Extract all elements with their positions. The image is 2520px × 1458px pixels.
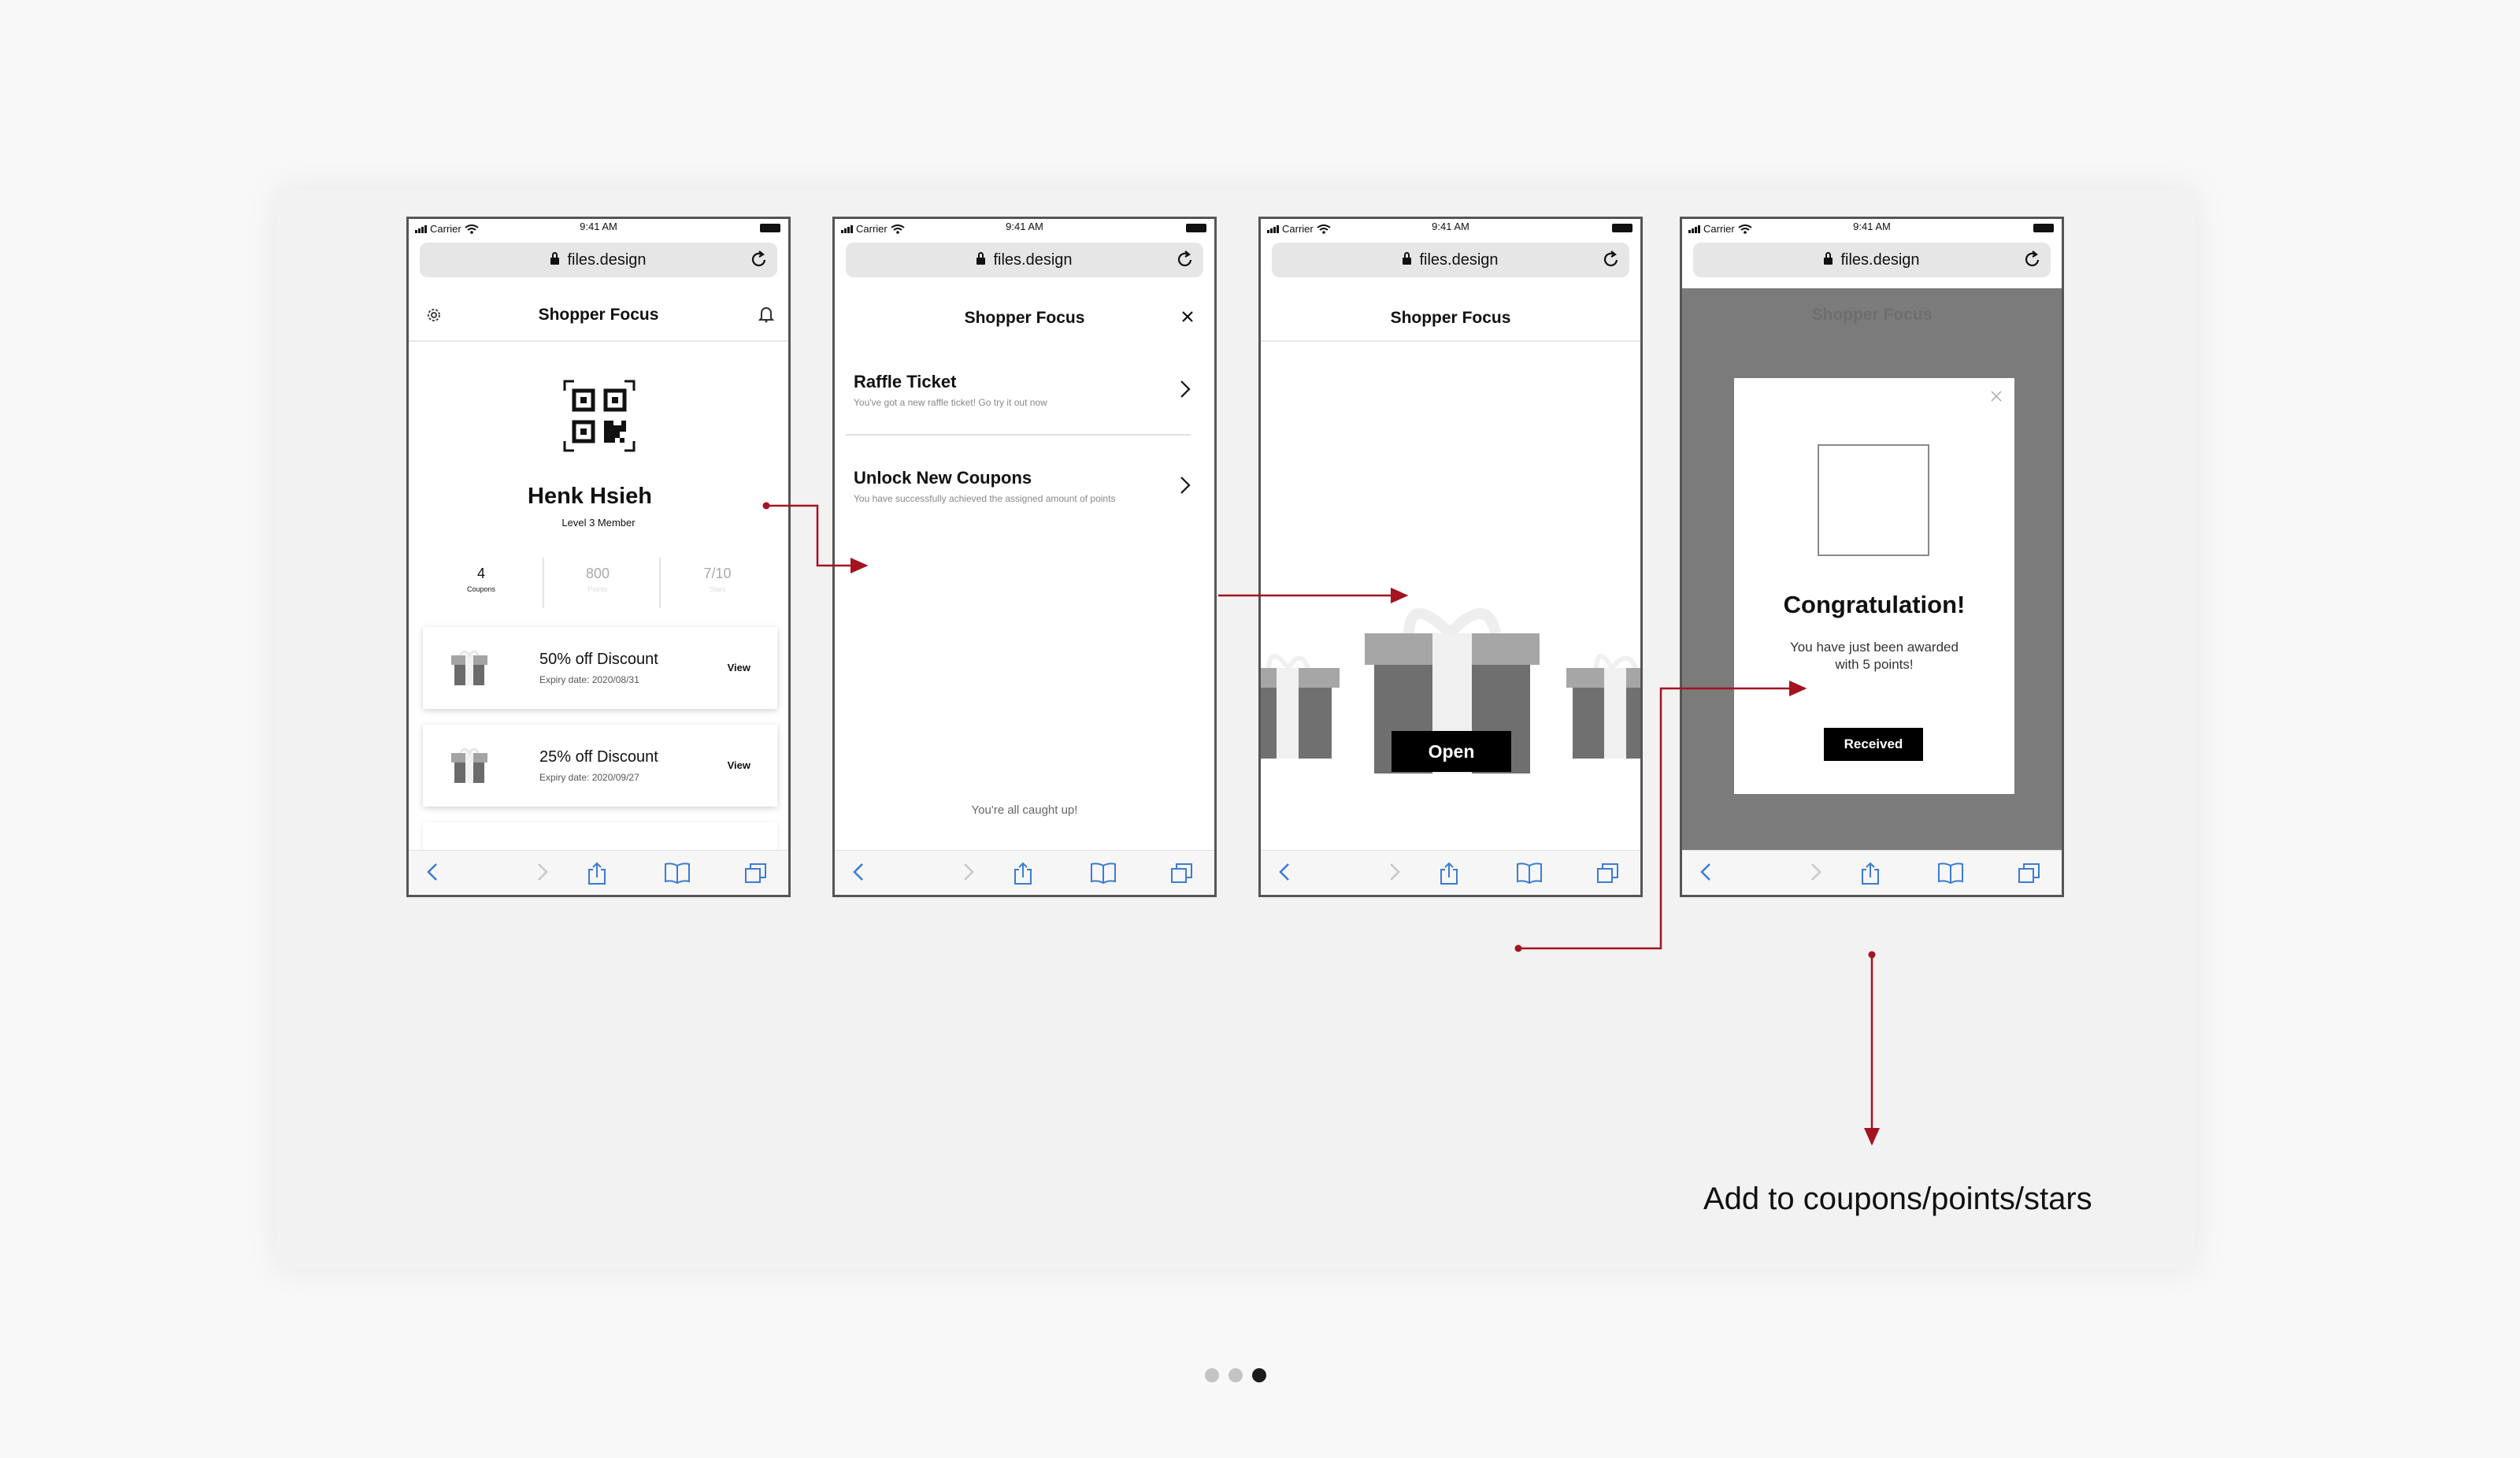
pagination-dot-active[interactable]: [1252, 1368, 1266, 1382]
flow-arrows: [762, 502, 1880, 1146]
flow-arrow-open-to-reward: [1514, 681, 1807, 952]
pagination-dot[interactable]: [1228, 1368, 1243, 1382]
flow-arrow-received-to-note: [1864, 951, 1880, 1146]
flow-arrow-bell-to-notifications: [762, 502, 869, 573]
flow-annotation: Add to coupons/points/stars: [1703, 1182, 2092, 1216]
pagination-dot[interactable]: [1205, 1368, 1219, 1382]
